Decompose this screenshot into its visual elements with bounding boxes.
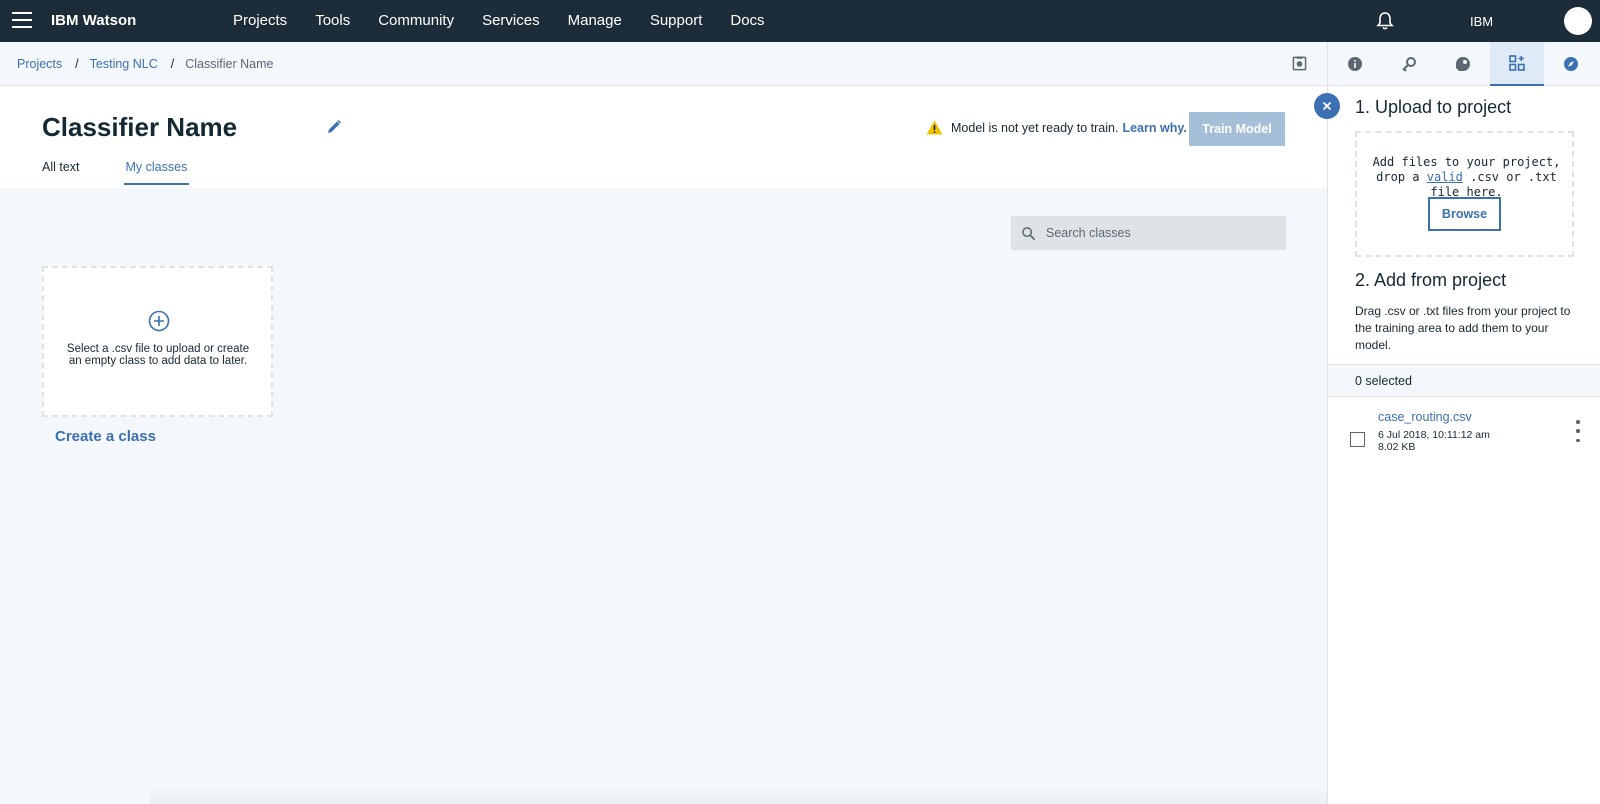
file-checkbox[interactable] (1350, 432, 1365, 447)
panel-tabs (1328, 42, 1600, 86)
breadcrumb-testing-nlc[interactable]: Testing NLC (90, 57, 158, 71)
panel-tab-data[interactable] (1490, 42, 1544, 86)
warning-icon (926, 120, 943, 135)
panel-tab-access[interactable] (1382, 42, 1436, 86)
selected-count: 0 selected (1355, 374, 1412, 388)
breadcrumb-bar: Projects / Testing NLC / Classifier Name (0, 42, 1327, 86)
nav-links: Projects Tools Community Services Manage… (233, 12, 793, 29)
bell-icon[interactable] (1375, 11, 1395, 31)
nav-link-support[interactable]: Support (650, 12, 703, 29)
create-class-link[interactable]: Create a class (55, 428, 156, 445)
brand-name[interactable]: IBM Watson (51, 12, 136, 29)
breadcrumb-separator: / (75, 57, 79, 71)
info-icon (1348, 57, 1362, 71)
train-warning: Model is not yet ready to train. Learn w… (926, 120, 1187, 135)
panel-tab-assets[interactable] (1436, 42, 1490, 86)
file-name[interactable]: case_routing.csv (1378, 410, 1472, 424)
page-header: Classifier Name Model is not yet ready t… (0, 86, 1327, 188)
panel-tab-info[interactable] (1328, 42, 1382, 86)
compass-icon (1564, 57, 1578, 71)
valid-link[interactable]: valid (1427, 170, 1463, 184)
tab-all-text[interactable]: All text (42, 160, 80, 185)
search-box (1011, 216, 1286, 250)
data-assets-panel: 1. Upload to project Add files to your p… (1327, 42, 1600, 804)
file-date: 6 Jul 2018, 10:11:12 am (1378, 429, 1490, 441)
breadcrumb: Projects / Testing NLC / Classifier Name (17, 57, 273, 71)
org-name[interactable]: IBM (1470, 14, 1493, 29)
nav-link-community[interactable]: Community (378, 12, 454, 29)
file-size: 8.02 KB (1378, 441, 1416, 453)
class-tabs: All text My classes (42, 160, 233, 185)
warning-text: Model is not yet ready to train. (951, 120, 1119, 135)
palette-icon (1456, 57, 1470, 71)
edit-pencil-icon[interactable] (326, 119, 342, 135)
add-circle-icon[interactable] (148, 310, 170, 332)
selection-bar: 0 selected (1328, 364, 1600, 397)
bottom-shadow (150, 786, 1450, 804)
page-title: Classifier Name (42, 112, 238, 142)
overflow-menu-icon[interactable] (1575, 420, 1581, 442)
nav-link-projects[interactable]: Projects (233, 12, 287, 29)
train-model-button[interactable]: Train Model (1189, 112, 1285, 146)
breadcrumb-separator: / (170, 57, 175, 71)
nav-link-manage[interactable]: Manage (568, 12, 622, 29)
search-icon (1022, 226, 1036, 240)
tab-my-classes[interactable]: My classes (123, 160, 190, 185)
add-description: Drag .csv or .txt files from your projec… (1355, 304, 1571, 352)
file-dropzone[interactable]: Add files to your project, drop a valid … (1355, 131, 1574, 257)
nav-link-services[interactable]: Services (482, 12, 540, 29)
panel-tab-explore[interactable] (1544, 42, 1598, 86)
file-list-item[interactable]: case_routing.csv 6 Jul 2018, 10:11:12 am… (1328, 402, 1600, 462)
data-assets-icon (1509, 55, 1525, 71)
nav-link-tools[interactable]: Tools (315, 12, 350, 29)
learn-why-link[interactable]: Learn why. (1122, 121, 1186, 135)
upload-heading: 1. Upload to project (1355, 97, 1512, 117)
add-heading: 2. Add from project (1355, 270, 1507, 290)
create-class-instructions: Select a .csv file to upload or create a… (66, 343, 250, 367)
create-class-card[interactable]: Select a .csv file to upload or create a… (42, 266, 273, 417)
avatar[interactable] (1564, 7, 1592, 35)
browse-button[interactable]: Browse (1428, 197, 1501, 231)
top-nav: IBM Watson Projects Tools Community Serv… (0, 0, 1600, 42)
close-panel-button[interactable] (1314, 93, 1340, 119)
breadcrumb-current: Classifier Name (185, 57, 274, 71)
search-input[interactable] (1046, 226, 1276, 240)
camera-icon[interactable] (1292, 56, 1307, 71)
breadcrumb-projects[interactable]: Projects (17, 57, 62, 71)
nav-link-docs[interactable]: Docs (730, 12, 764, 29)
lock-key-icon (1402, 57, 1416, 72)
menu-icon[interactable] (12, 12, 32, 30)
dropzone-text: Add files to your project, drop a valid … (1369, 155, 1564, 200)
close-icon (1322, 101, 1332, 111)
